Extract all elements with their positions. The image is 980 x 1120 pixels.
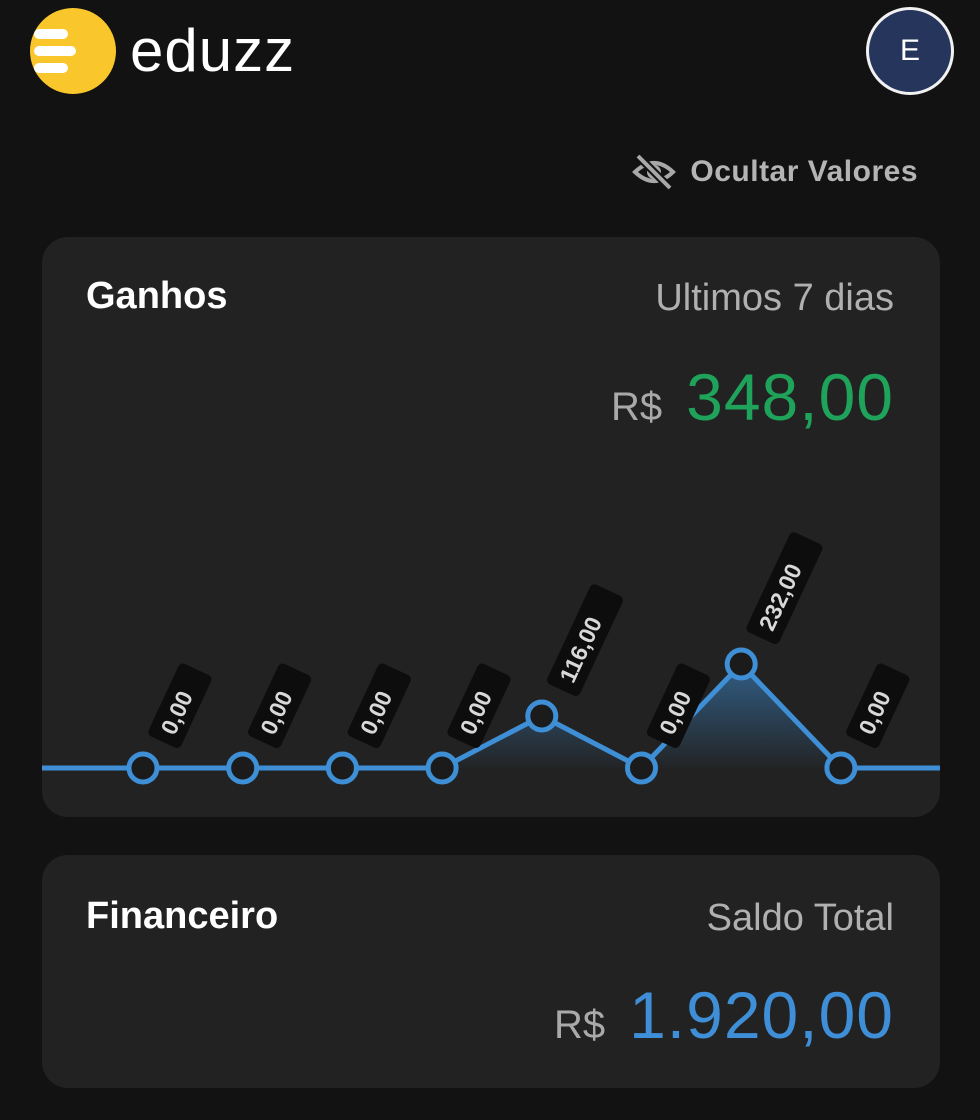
chart-point[interactable] (824, 751, 858, 785)
chart-point-label: 0,00 (248, 663, 312, 748)
eduzz-logo[interactable]: eduzz (30, 8, 295, 94)
chart-point[interactable] (724, 647, 758, 681)
app-header: eduzz E (0, 0, 980, 110)
chart-point-label: 0,00 (846, 663, 910, 748)
eduzz-logo-icon (30, 8, 116, 94)
chart-point-label: 0,00 (347, 663, 411, 748)
finance-total: 1.920,00 (629, 978, 894, 1052)
chart-point[interactable] (226, 751, 260, 785)
chart-point-label: 232,00 (746, 532, 823, 644)
chart-point[interactable] (325, 751, 359, 785)
earnings-card[interactable]: Ganhos Ultimos 7 dias R$ 348,00 0,00 0,00… (42, 237, 940, 817)
chart-point[interactable] (425, 751, 459, 785)
chart-point[interactable] (625, 751, 658, 785)
avatar-initial: E (899, 34, 920, 67)
finance-subtitle: Saldo Total (706, 897, 894, 939)
chart-point-label: 0,00 (148, 663, 212, 748)
chart-point[interactable] (525, 699, 559, 733)
eye-off-icon (632, 153, 677, 191)
finance-currency: R$ (553, 1003, 606, 1047)
user-avatar[interactable]: E (866, 7, 954, 95)
chart-point-label: 116,00 (547, 584, 623, 696)
chart-point[interactable] (126, 751, 160, 785)
finance-card[interactable]: Financeiro Saldo Total R$ 1.920,00 (42, 855, 940, 1088)
finance-title: Financeiro (86, 895, 279, 937)
brand-name: eduzz (130, 17, 296, 84)
hide-values-toggle[interactable]: Ocultar Valores (632, 148, 918, 196)
finance-amount: R$ 1.920,00 (554, 977, 894, 1053)
earnings-chart[interactable]: 0,00 0,00 0,00 0,00116,000,00232,000,00 (42, 237, 940, 817)
hide-values-label: Ocultar Valores (690, 155, 918, 188)
